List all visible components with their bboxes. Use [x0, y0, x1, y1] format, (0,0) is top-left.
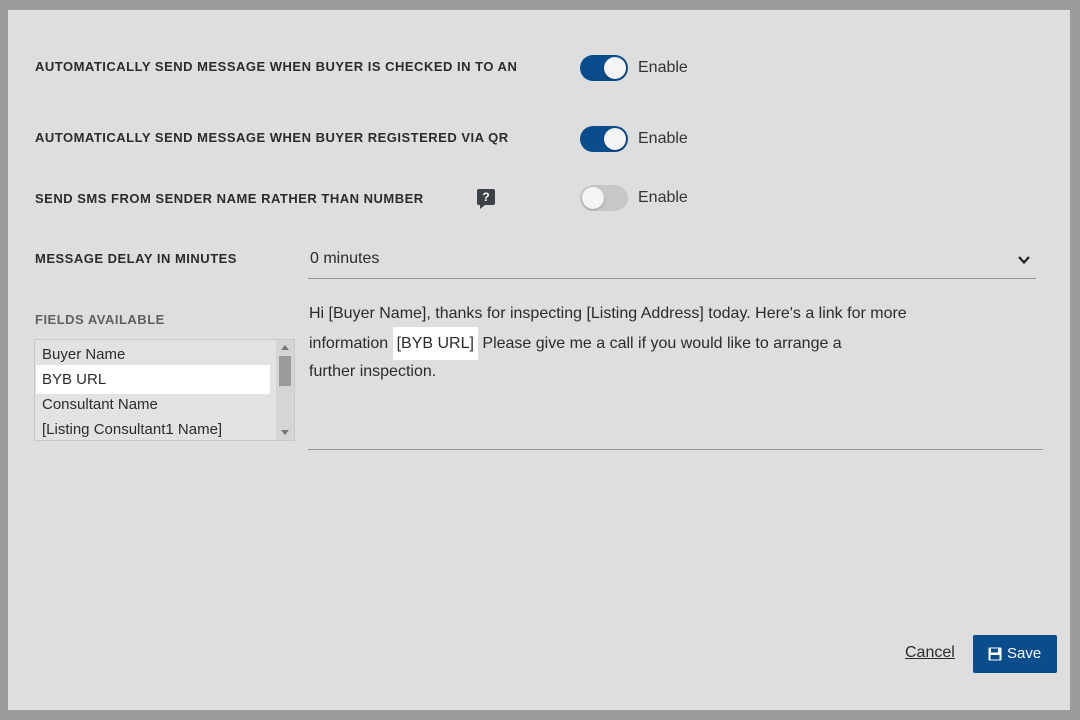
toggle-knob	[582, 187, 604, 209]
message-textarea[interactable]: Hi [Buyer Name], thanks for inspecting […	[308, 305, 1043, 450]
message-line-3: further inspection.	[309, 363, 437, 380]
auto-qr-enable-label: Enable	[638, 130, 688, 147]
message-delay-select[interactable]: 0 minutes	[308, 244, 1036, 279]
message-line-2: information [BYB URL] Please give me a c…	[309, 327, 842, 360]
inserted-field-token: [BYB URL]	[392, 327, 478, 360]
sms-settings-dialog: AUTOMATICALLY SEND MESSAGE WHEN BUYER IS…	[8, 10, 1070, 710]
message-text: information	[309, 335, 393, 352]
scroll-up-icon[interactable]	[281, 345, 289, 350]
auto-qr-label: AUTOMATICALLY SEND MESSAGE WHEN BUYER RE…	[35, 130, 509, 145]
fields-listbox[interactable]: Buyer Name BYB URL Consultant Name [List…	[34, 339, 295, 441]
auto-checkin-toggle[interactable]	[580, 55, 628, 81]
sender-name-label: SEND SMS FROM SENDER NAME RATHER THAN NU…	[35, 191, 424, 206]
help-icon[interactable]: ?	[477, 189, 495, 209]
scroll-down-icon[interactable]	[281, 430, 289, 435]
message-delay-label: MESSAGE DELAY IN MINUTES	[35, 251, 237, 266]
auto-checkin-enable-label: Enable	[638, 59, 688, 76]
save-button[interactable]: Save	[973, 635, 1057, 673]
toggle-knob	[604, 57, 626, 79]
cancel-link[interactable]: Cancel	[905, 644, 955, 662]
message-delay-value: 0 minutes	[310, 250, 380, 267]
floppy-disk-icon	[988, 647, 1002, 661]
scroll-thumb[interactable]	[279, 356, 291, 386]
message-text: Please give me a call if you would like …	[477, 335, 842, 352]
sender-name-enable-label: Enable	[638, 189, 688, 206]
auto-checkin-label: AUTOMATICALLY SEND MESSAGE WHEN BUYER IS…	[35, 59, 518, 74]
list-item[interactable]: [Listing Consultant1 Name]	[36, 415, 270, 440]
chevron-down-icon	[1018, 256, 1030, 265]
sender-name-toggle[interactable]	[580, 185, 628, 211]
auto-qr-toggle[interactable]	[580, 126, 628, 152]
listbox-scrollbar[interactable]	[276, 340, 294, 440]
message-line-1: Hi [Buyer Name], thanks for inspecting […	[309, 305, 907, 322]
toggle-knob	[604, 128, 626, 150]
fields-available-label: FIELDS AVAILABLE	[35, 312, 165, 327]
save-label: Save	[1007, 645, 1042, 662]
